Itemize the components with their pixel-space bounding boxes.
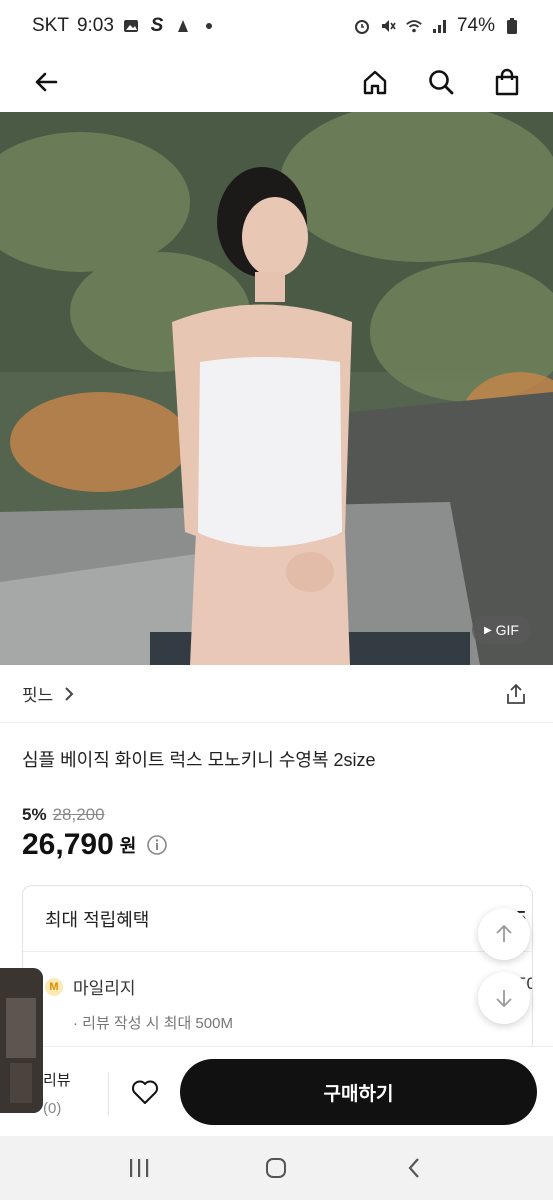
back-nav-icon xyxy=(408,1158,419,1178)
recent-apps-button[interactable] xyxy=(119,1148,159,1188)
search-button[interactable] xyxy=(425,66,457,98)
shopping-bag-icon xyxy=(495,68,519,96)
review-info[interactable]: 리뷰 (0) xyxy=(43,1067,71,1123)
benefit-header[interactable]: 최대 적립혜택 + 5 xyxy=(23,886,532,952)
price-row: 26,790 원 xyxy=(22,828,168,862)
mileage-note: · 리뷰 작성 시 최대 500M xyxy=(73,1015,233,1032)
buy-button[interactable]: 구매하기 xyxy=(180,1059,537,1125)
signal-icon xyxy=(431,17,449,35)
review-count: (0) xyxy=(43,1100,62,1117)
brand-row: 핏느 xyxy=(0,665,553,723)
battery-icon xyxy=(503,17,521,35)
discount-row: 5% 28,200 xyxy=(22,805,105,825)
share-button[interactable] xyxy=(501,679,531,709)
carrier: SKT xyxy=(32,15,69,36)
scroll-down-button[interactable] xyxy=(478,972,530,1024)
sale-price: 26,790 xyxy=(22,828,114,861)
play-icon: ▶ xyxy=(483,624,492,636)
home-icon xyxy=(363,70,387,95)
app-header xyxy=(0,52,553,112)
mileage-badge-icon: M xyxy=(45,977,63,996)
purchase-bar: 리뷰 (0) 구매하기 xyxy=(0,1046,553,1136)
back-button[interactable] xyxy=(30,66,62,98)
heart-icon xyxy=(132,1080,158,1104)
search-icon xyxy=(429,70,454,95)
product-image[interactable]: ▶ GIF xyxy=(0,112,553,665)
floating-thumbnail[interactable] xyxy=(0,968,43,1113)
scroll-up-button[interactable] xyxy=(478,908,530,960)
battery-level: 74% xyxy=(456,15,495,36)
mileage-label: 마일리지 xyxy=(73,979,136,998)
arrow-up-icon xyxy=(496,924,512,942)
time: 9:03 xyxy=(76,15,114,36)
cart-button[interactable] xyxy=(491,66,523,98)
home-button[interactable] xyxy=(359,66,391,98)
arrow-down-icon xyxy=(496,990,512,1008)
benefit-heading: 최대 적립혜택 xyxy=(45,909,150,930)
discount-rate: 5% xyxy=(22,805,47,824)
brand-name: 핏느 xyxy=(22,686,54,705)
wifi-icon xyxy=(405,17,423,35)
mileage-row: M 마일리지 xyxy=(45,974,136,999)
currency-label: 원 xyxy=(119,836,137,856)
info-icon[interactable] xyxy=(146,834,168,856)
mute-icon xyxy=(379,17,397,35)
product-title: 심플 베이직 화이트 럭스 모노키니 수영복 2size xyxy=(22,750,376,770)
back-arrow-icon xyxy=(35,72,58,92)
brand-link[interactable]: 핏느 xyxy=(22,681,75,706)
home-nav-icon xyxy=(266,1158,287,1178)
dot-icon xyxy=(200,17,218,35)
home-nav-button[interactable] xyxy=(256,1148,296,1188)
recent-apps-icon xyxy=(129,1159,149,1177)
alarm-icon xyxy=(353,17,371,35)
gif-badge: ▶ GIF xyxy=(471,616,531,644)
wishlist-button[interactable] xyxy=(128,1075,162,1109)
gallery-icon xyxy=(122,17,140,35)
back-nav-button[interactable] xyxy=(394,1148,434,1188)
chevron-right-icon xyxy=(65,686,74,701)
status-bar: SKT 9:03 S 74% xyxy=(0,0,553,52)
s-app-icon: S xyxy=(150,15,164,36)
gif-label: GIF xyxy=(495,622,519,638)
share-icon xyxy=(507,683,525,704)
product-photo xyxy=(0,112,553,665)
original-price: 28,200 xyxy=(52,805,105,824)
system-nav-bar xyxy=(0,1136,553,1200)
app-icon xyxy=(174,17,192,35)
review-label: 리뷰 xyxy=(43,1072,71,1089)
divider xyxy=(108,1073,109,1115)
thumbnail-image xyxy=(0,968,43,1113)
